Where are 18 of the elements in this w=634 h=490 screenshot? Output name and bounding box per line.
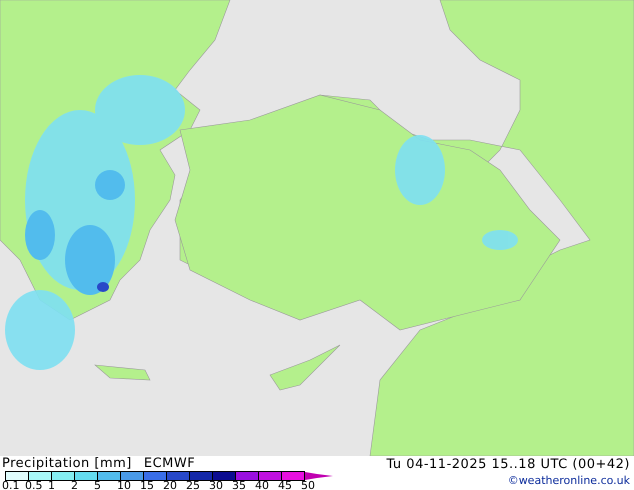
scale-label: 40	[255, 480, 270, 490]
scale-label: 2	[71, 480, 79, 490]
scale-label: 5	[94, 480, 102, 490]
scale-label: 15	[140, 480, 155, 490]
scale-label: 25	[186, 480, 201, 490]
scale-label: 30	[209, 480, 224, 490]
model-name: ECMWF	[144, 456, 196, 471]
legend-title: Precipitation [mm]	[2, 456, 132, 471]
scale-label: 0.1	[2, 480, 20, 490]
scale-label: 10	[117, 480, 132, 490]
scale-label: 45	[278, 480, 293, 490]
scale-label: 1	[48, 480, 56, 490]
scale-label: 50	[301, 480, 316, 490]
scale-label: 20	[163, 480, 178, 490]
scale-label: 0.5	[25, 480, 44, 490]
credit-link[interactable]: ©weatheronline.co.uk	[508, 474, 630, 487]
valid-time: Tu 04-11-2025 15..18 UTC (00+42)	[386, 456, 630, 474]
scale-label: 35	[232, 480, 247, 490]
